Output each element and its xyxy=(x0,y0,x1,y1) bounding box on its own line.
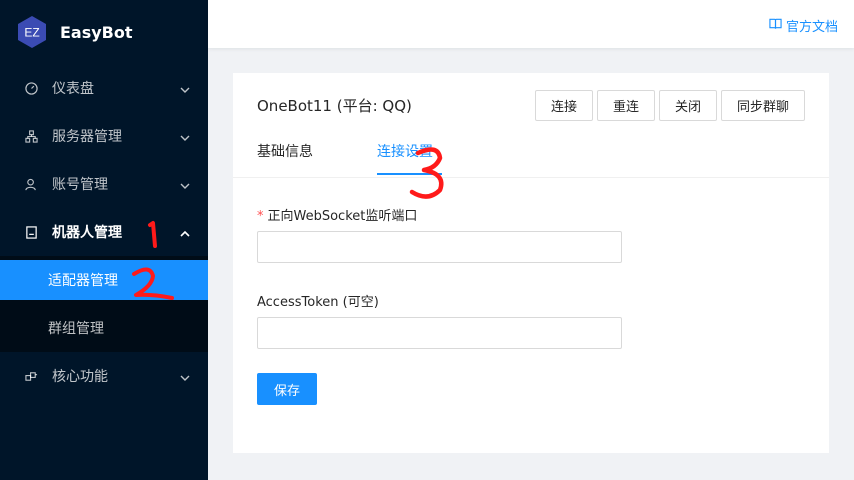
chevron-up-icon xyxy=(180,227,190,243)
port-input[interactable] xyxy=(257,231,622,263)
core-icon xyxy=(24,369,38,383)
brand-name: EasyBot xyxy=(60,22,133,42)
sidebar: EZ EasyBot 仪表盘 服务器管理 账号管理 机器人管理 适配器管理 群组… xyxy=(0,0,208,480)
sidebar-item-dashboard[interactable]: 仪表盘 xyxy=(0,64,208,112)
book-icon xyxy=(769,18,786,34)
svg-text:EZ: EZ xyxy=(24,26,39,40)
sidebar-item-label: 仪表盘 xyxy=(52,81,94,97)
save-button[interactable]: 保存 xyxy=(257,373,317,405)
official-docs-label: 官方文档 xyxy=(785,20,838,35)
reconnect-button[interactable]: 重连 xyxy=(596,90,655,121)
close-button[interactable]: 关闭 xyxy=(658,90,717,121)
action-buttons: 连接 重连 关闭 同步群聊 xyxy=(534,90,805,121)
sidebar-subitem-adapter[interactable]: 适配器管理 xyxy=(0,260,208,300)
token-label: AccessToken (可空) xyxy=(257,295,379,310)
tab-ink-bar xyxy=(377,173,442,175)
sidebar-subitem-label: 适配器管理 xyxy=(48,273,118,289)
sidebar-subitem-group[interactable]: 群组管理 xyxy=(0,308,208,348)
sync-groups-button[interactable]: 同步群聊 xyxy=(720,90,805,121)
access-token-input[interactable] xyxy=(257,317,622,349)
port-label: * 正向WebSocket监听端口 xyxy=(257,205,417,224)
sidebar-item-label: 机器人管理 xyxy=(52,225,122,241)
chevron-down-icon xyxy=(180,131,190,147)
chevron-down-icon xyxy=(180,83,190,99)
sidebar-item-label: 服务器管理 xyxy=(52,129,122,145)
chevron-down-icon xyxy=(180,179,190,195)
brand: EZ EasyBot xyxy=(0,0,208,64)
tab-divider xyxy=(233,177,829,178)
dashboard-icon xyxy=(24,81,38,95)
logo: EZ xyxy=(17,15,47,49)
cluster-icon xyxy=(24,129,38,143)
sidebar-item-robot[interactable]: 机器人管理 xyxy=(0,208,208,256)
chevron-down-icon xyxy=(180,371,190,387)
top-header: 官方文档 xyxy=(208,0,854,48)
tab-bar: 基础信息 连接设置 xyxy=(257,131,805,177)
tab-connection-settings[interactable]: 连接设置 xyxy=(377,141,433,161)
sidebar-item-core[interactable]: 核心功能 xyxy=(0,352,208,400)
adapter-card: OneBot11 (平台: QQ) 连接 重连 关闭 同步群聊 基础信息 连接设… xyxy=(233,73,829,453)
sidebar-item-label: 账号管理 xyxy=(52,177,108,193)
official-docs-link[interactable]: 官方文档 xyxy=(769,16,838,35)
connect-button[interactable]: 连接 xyxy=(534,90,593,121)
sidebar-subitem-label: 群组管理 xyxy=(48,321,104,337)
robot-icon xyxy=(24,225,38,239)
user-icon xyxy=(24,177,38,191)
port-label-text: 正向WebSocket监听端口 xyxy=(267,209,418,224)
card-title: OneBot11 (平台: QQ) xyxy=(257,97,412,115)
sidebar-item-account[interactable]: 账号管理 xyxy=(0,160,208,208)
required-mark: * xyxy=(257,209,264,224)
sidebar-item-label: 核心功能 xyxy=(52,369,108,385)
sidebar-item-server[interactable]: 服务器管理 xyxy=(0,112,208,160)
tab-basic-info[interactable]: 基础信息 xyxy=(257,141,313,161)
